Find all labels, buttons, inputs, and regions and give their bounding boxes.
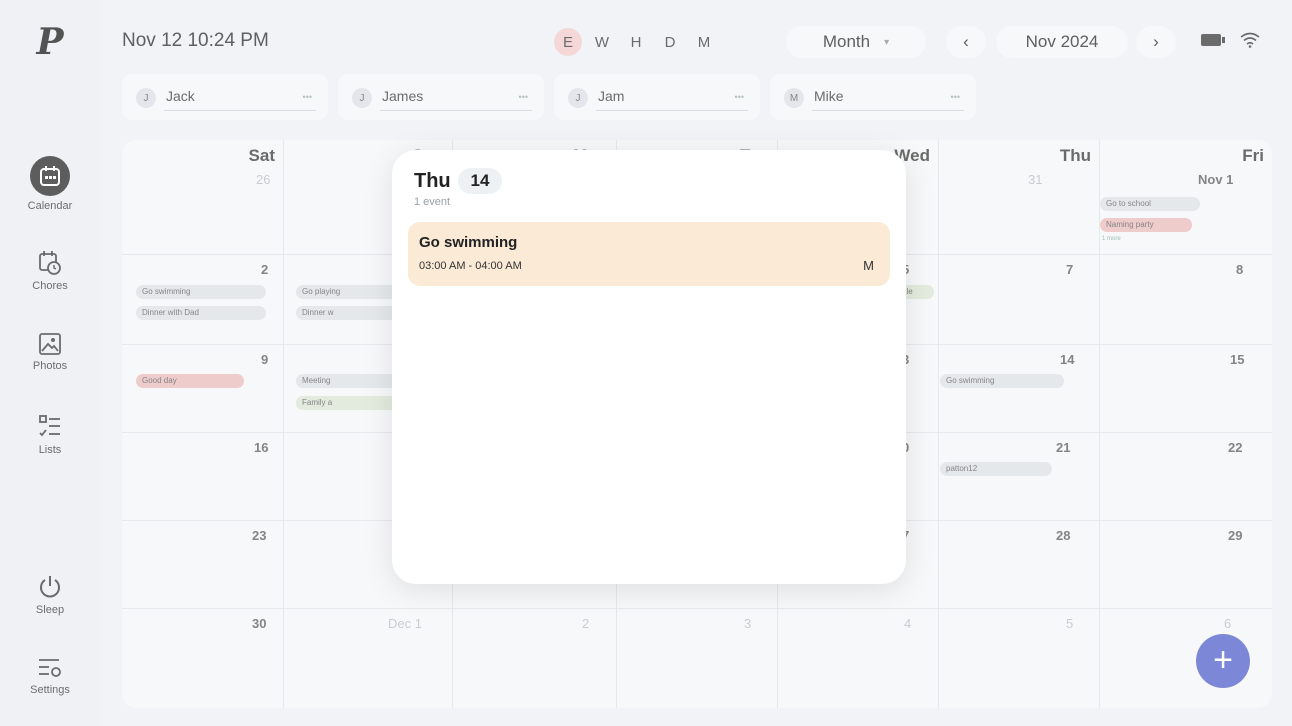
- day-detail-modal: Thu 14 1 event Go swimming 03:00 AM - 04…: [392, 150, 906, 584]
- modal-day-number: 14: [458, 168, 502, 194]
- event-time: 03:00 AM - 04:00 AM: [419, 260, 522, 272]
- event-card[interactable]: Go swimming 03:00 AM - 04:00 AM M: [408, 222, 890, 286]
- event-person-initial: M: [863, 258, 874, 273]
- modal-day-name: Thu: [414, 170, 451, 192]
- event-title: Go swimming: [419, 234, 518, 251]
- modal-event-count: 1 event: [414, 196, 451, 208]
